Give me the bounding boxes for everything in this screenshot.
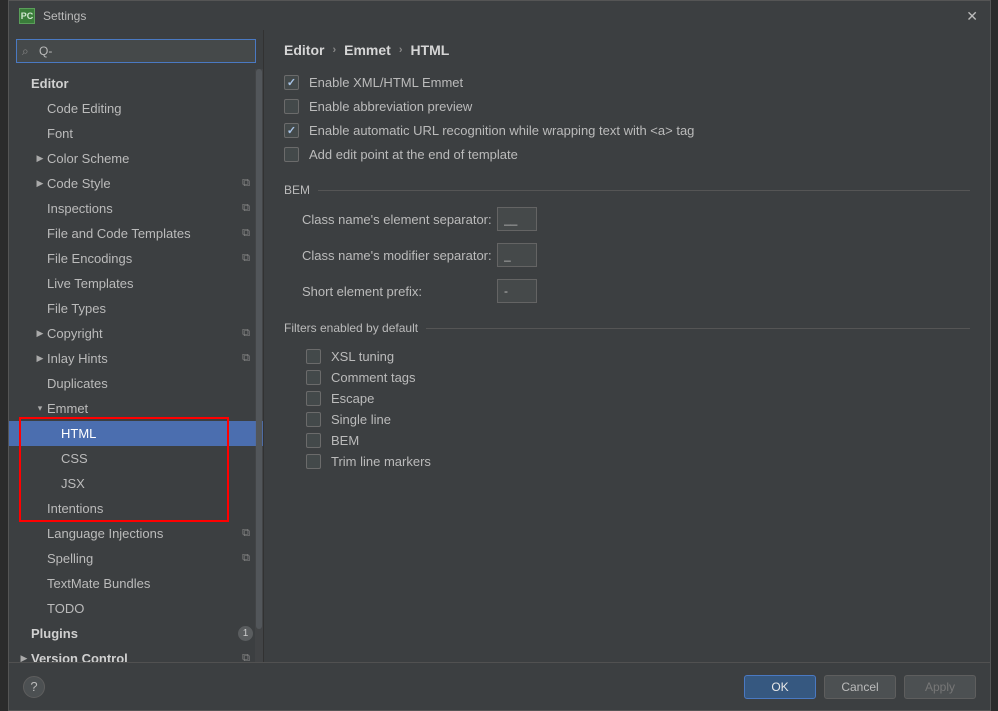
- tree-item-live-templates[interactable]: Live Templates: [9, 271, 263, 296]
- chevron-right-icon: ▶: [33, 328, 47, 339]
- checkbox-filter-trim[interactable]: Trim line markers: [306, 454, 970, 469]
- chevron-right-icon: ▶: [33, 153, 47, 164]
- chevron-down-icon: ▾: [33, 403, 47, 414]
- settings-tree[interactable]: Editor Code Editing Font ▶ Color Scheme …: [9, 69, 263, 662]
- ok-button[interactable]: OK: [744, 675, 816, 699]
- checkbox-icon: [284, 99, 299, 114]
- project-scope-icon: ⧉: [239, 527, 253, 541]
- checkbox-enable-abbrev-preview[interactable]: Enable abbreviation preview: [284, 99, 970, 114]
- project-scope-icon: ⧉: [239, 227, 253, 241]
- tree-item-file-code-templates[interactable]: File and Code Templates ⧉: [9, 221, 263, 246]
- tree-item-inlay-hints[interactable]: ▶ Inlay Hints ⧉: [9, 346, 263, 371]
- checkbox-icon: [306, 370, 321, 385]
- checkbox-icon: [306, 433, 321, 448]
- checkbox-icon: [306, 391, 321, 406]
- tree-item-spelling[interactable]: Spelling ⧉: [9, 546, 263, 571]
- tree-item-file-types[interactable]: File Types: [9, 296, 263, 321]
- checkbox-enable-auto-url[interactable]: Enable automatic URL recognition while w…: [284, 123, 970, 138]
- project-scope-icon: ⧉: [239, 252, 253, 266]
- tree-item-code-editing[interactable]: Code Editing: [9, 96, 263, 121]
- breadcrumb-emmet[interactable]: Emmet: [344, 42, 391, 58]
- dialog-footer: ? OK Cancel Apply: [9, 662, 990, 710]
- bem-short-prefix-label: Short element prefix:: [302, 284, 497, 299]
- checkbox-icon: [306, 349, 321, 364]
- bem-section-title: BEM: [284, 183, 970, 197]
- tree-item-language-injections[interactable]: Language Injections ⧉: [9, 521, 263, 546]
- checkbox-add-edit-point[interactable]: Add edit point at the end of template: [284, 147, 970, 162]
- bem-modifier-sep-input[interactable]: [497, 243, 537, 267]
- bem-element-sep-label: Class name's element separator:: [302, 212, 497, 227]
- tree-item-code-style[interactable]: ▶ Code Style ⧉: [9, 171, 263, 196]
- checkbox-icon: [306, 412, 321, 427]
- sidebar: ⌕ Editor Code Editing Font ▶ Color Schem…: [9, 30, 264, 662]
- tree-item-textmate-bundles[interactable]: TextMate Bundles: [9, 571, 263, 596]
- project-scope-icon: ⧉: [239, 552, 253, 566]
- tree-item-color-scheme[interactable]: ▶ Color Scheme: [9, 146, 263, 171]
- checkbox-filter-bem[interactable]: BEM: [306, 433, 970, 448]
- checkbox-icon: [284, 147, 299, 162]
- checkbox-icon: [284, 75, 299, 90]
- project-scope-icon: ⧉: [239, 327, 253, 341]
- checkbox-filter-xsl[interactable]: XSL tuning: [306, 349, 970, 364]
- apply-button[interactable]: Apply: [904, 675, 976, 699]
- checkbox-icon: [306, 454, 321, 469]
- tree-item-intentions[interactable]: Intentions: [9, 496, 263, 521]
- tree-item-copyright[interactable]: ▶ Copyright ⧉: [9, 321, 263, 346]
- breadcrumb-editor[interactable]: Editor: [284, 42, 324, 58]
- content-area: ⌕ Editor Code Editing Font ▶ Color Schem…: [9, 30, 990, 662]
- checkbox-filter-comment[interactable]: Comment tags: [306, 370, 970, 385]
- titlebar: PC Settings ✕: [9, 1, 990, 30]
- chevron-right-icon: ▶: [33, 178, 47, 189]
- tree-item-emmet-html[interactable]: HTML: [9, 421, 263, 446]
- checkbox-filter-escape[interactable]: Escape: [306, 391, 970, 406]
- bem-modifier-sep-label: Class name's modifier separator:: [302, 248, 497, 263]
- breadcrumb-html: HTML: [410, 42, 449, 58]
- tree-item-emmet-css[interactable]: CSS: [9, 446, 263, 471]
- filters-section-title: Filters enabled by default: [284, 321, 970, 335]
- tree-item-version-control[interactable]: ▶ Version Control ⧉: [9, 646, 263, 662]
- tree-item-plugins[interactable]: Plugins 1: [9, 621, 263, 646]
- tree-item-inspections[interactable]: Inspections ⧉: [9, 196, 263, 221]
- tree-item-emmet[interactable]: ▾ Emmet: [9, 396, 263, 421]
- plugins-count-badge: 1: [238, 626, 253, 641]
- tree-item-font[interactable]: Font: [9, 121, 263, 146]
- tree-item-editor[interactable]: Editor: [9, 71, 263, 96]
- window-title: Settings: [43, 9, 86, 23]
- checkbox-icon: [284, 123, 299, 138]
- app-icon: PC: [19, 8, 35, 24]
- chevron-right-icon: ▶: [33, 353, 47, 364]
- bem-short-prefix-input[interactable]: [497, 279, 537, 303]
- help-button[interactable]: ?: [23, 676, 45, 698]
- settings-window: PC Settings ✕ ⌕ Editor Code Editing Fon: [8, 0, 991, 711]
- chevron-right-icon: ›: [332, 44, 336, 56]
- main-panel: Editor › Emmet › HTML Enable XML/HTML Em…: [264, 30, 990, 662]
- tree-item-duplicates[interactable]: Duplicates: [9, 371, 263, 396]
- checkbox-enable-xml-html-emmet[interactable]: Enable XML/HTML Emmet: [284, 75, 970, 90]
- bem-element-sep-input[interactable]: [497, 207, 537, 231]
- project-scope-icon: ⧉: [239, 652, 253, 663]
- tree-item-todo[interactable]: TODO: [9, 596, 263, 621]
- project-scope-icon: ⧉: [239, 202, 253, 216]
- sidebar-scrollbar[interactable]: [255, 69, 263, 662]
- tree-item-file-encodings[interactable]: File Encodings ⧉: [9, 246, 263, 271]
- cancel-button[interactable]: Cancel: [824, 675, 896, 699]
- search-input[interactable]: [16, 39, 256, 63]
- chevron-right-icon: ▶: [17, 653, 31, 662]
- tree-item-emmet-jsx[interactable]: JSX: [9, 471, 263, 496]
- chevron-right-icon: ›: [399, 44, 403, 56]
- checkbox-filter-single-line[interactable]: Single line: [306, 412, 970, 427]
- project-scope-icon: ⧉: [239, 177, 253, 191]
- breadcrumb: Editor › Emmet › HTML: [284, 42, 970, 75]
- close-icon[interactable]: ✕: [966, 8, 978, 25]
- project-scope-icon: ⧉: [239, 352, 253, 366]
